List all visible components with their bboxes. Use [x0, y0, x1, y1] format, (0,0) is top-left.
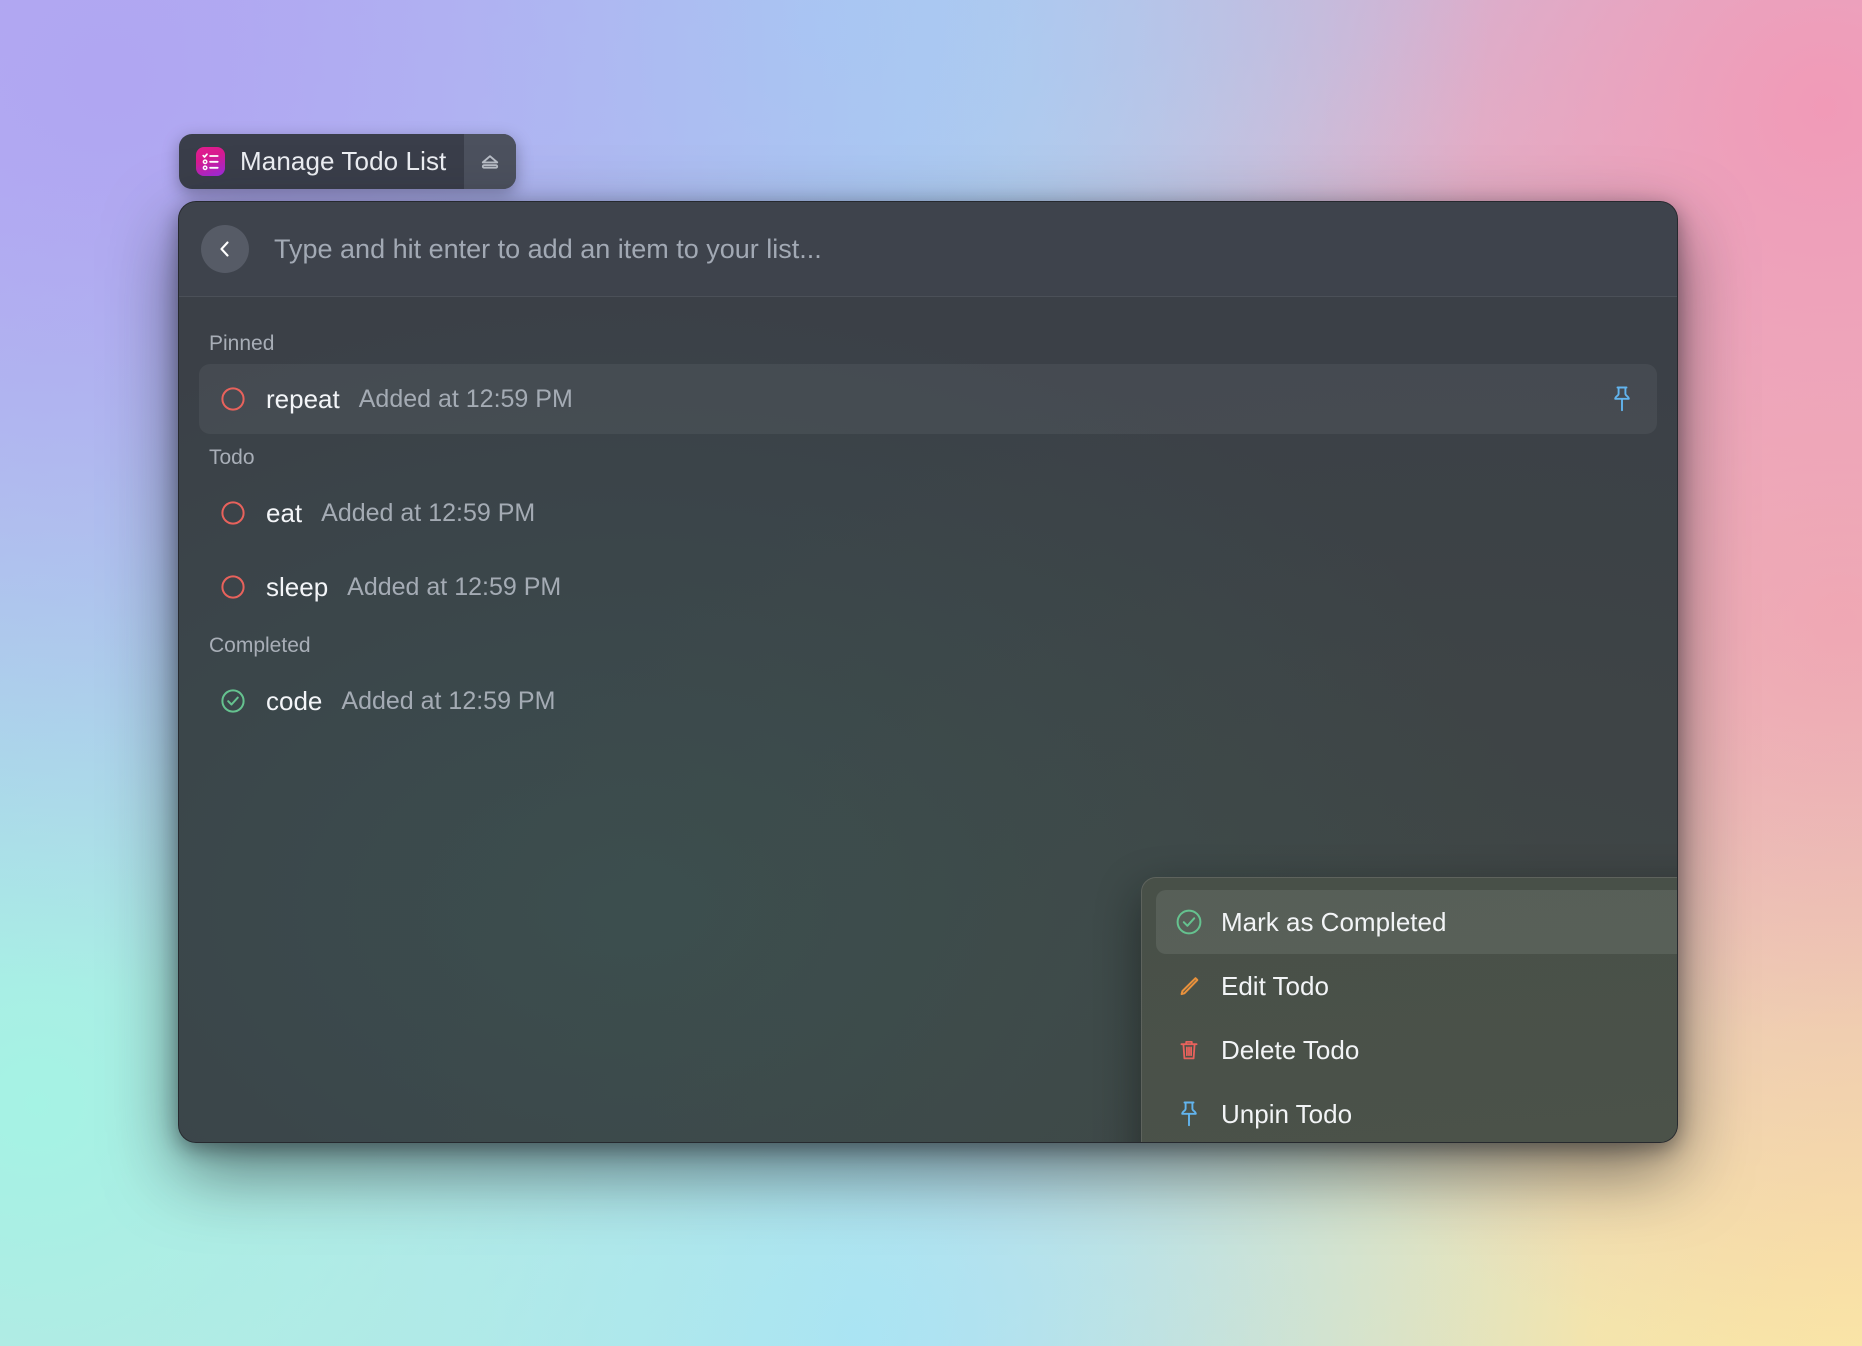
todo-title: repeat	[266, 383, 340, 414]
todo-timestamp: Added at 12:59 PM	[321, 498, 536, 527]
chevron-left-icon	[220, 241, 229, 257]
check-circle-icon[interactable]	[219, 687, 247, 715]
menu-item-delete-todo[interactable]: Delete Todo ⌘ D	[1156, 1018, 1677, 1082]
todo-title: code	[266, 685, 323, 716]
todo-row[interactable]: sleep Added at 12:59 PM	[199, 552, 1657, 622]
check-circle-icon	[1174, 907, 1204, 937]
trash-icon	[1174, 1035, 1204, 1065]
app-title: Manage Todo List	[240, 146, 447, 176]
menu-item-label: Edit Todo	[1221, 970, 1329, 1001]
back-button[interactable]	[201, 225, 249, 273]
pin-icon	[1174, 1099, 1204, 1129]
todo-timestamp: Added at 12:59 PM	[347, 572, 562, 601]
action-menu-list: Mark as Completed ↵ Edit Todo ⌘ ↵	[1142, 878, 1677, 1142]
circle-outline-icon[interactable]	[219, 573, 247, 601]
desktop-wallpaper: Manage Todo List Pinned	[0, 0, 1862, 1346]
menu-item-edit-todo[interactable]: Edit Todo ⌘ ↵	[1156, 954, 1677, 1018]
menu-item-label: Delete Todo	[1221, 1034, 1360, 1065]
todo-title: sleep	[266, 571, 329, 602]
action-menu-popover: Mark as Completed ↵ Edit Todo ⌘ ↵	[1141, 877, 1677, 1142]
todo-row[interactable]: eat Added at 12:59 PM	[199, 478, 1657, 548]
checklist-icon	[196, 147, 225, 176]
todo-row[interactable]: repeat Added at 12:59 PM	[199, 364, 1657, 434]
section-header-completed: Completed	[209, 634, 311, 657]
todo-timestamp: Added at 12:59 PM	[341, 686, 556, 715]
section-header-pinned: Pinned	[209, 332, 275, 355]
todo-row[interactable]: code Added at 12:59 PM	[199, 666, 1657, 736]
eject-drive-icon[interactable]	[464, 134, 517, 189]
pencil-icon	[1174, 971, 1204, 1001]
pin-icon[interactable]	[1609, 384, 1635, 414]
menu-item-label: Mark as Completed	[1221, 906, 1447, 937]
window-header	[179, 202, 1677, 297]
menu-item-mark-as-completed[interactable]: Mark as Completed ↵	[1156, 890, 1677, 954]
menu-item-unpin-todo[interactable]: Unpin Todo ⌘ P	[1156, 1082, 1677, 1142]
todo-title: eat	[266, 497, 303, 528]
circle-outline-icon[interactable]	[219, 385, 247, 413]
menu-item-label: Unpin Todo	[1221, 1098, 1353, 1129]
circle-outline-icon[interactable]	[219, 499, 247, 527]
app-titlebar: Manage Todo List	[179, 134, 517, 189]
section-header-todo: Todo	[209, 446, 255, 469]
todo-list-window: Pinned repeat Added at 12:59 PM Todo	[178, 201, 1678, 1143]
todo-timestamp: Added at 12:59 PM	[358, 384, 573, 413]
add-todo-input[interactable]	[274, 233, 1677, 265]
